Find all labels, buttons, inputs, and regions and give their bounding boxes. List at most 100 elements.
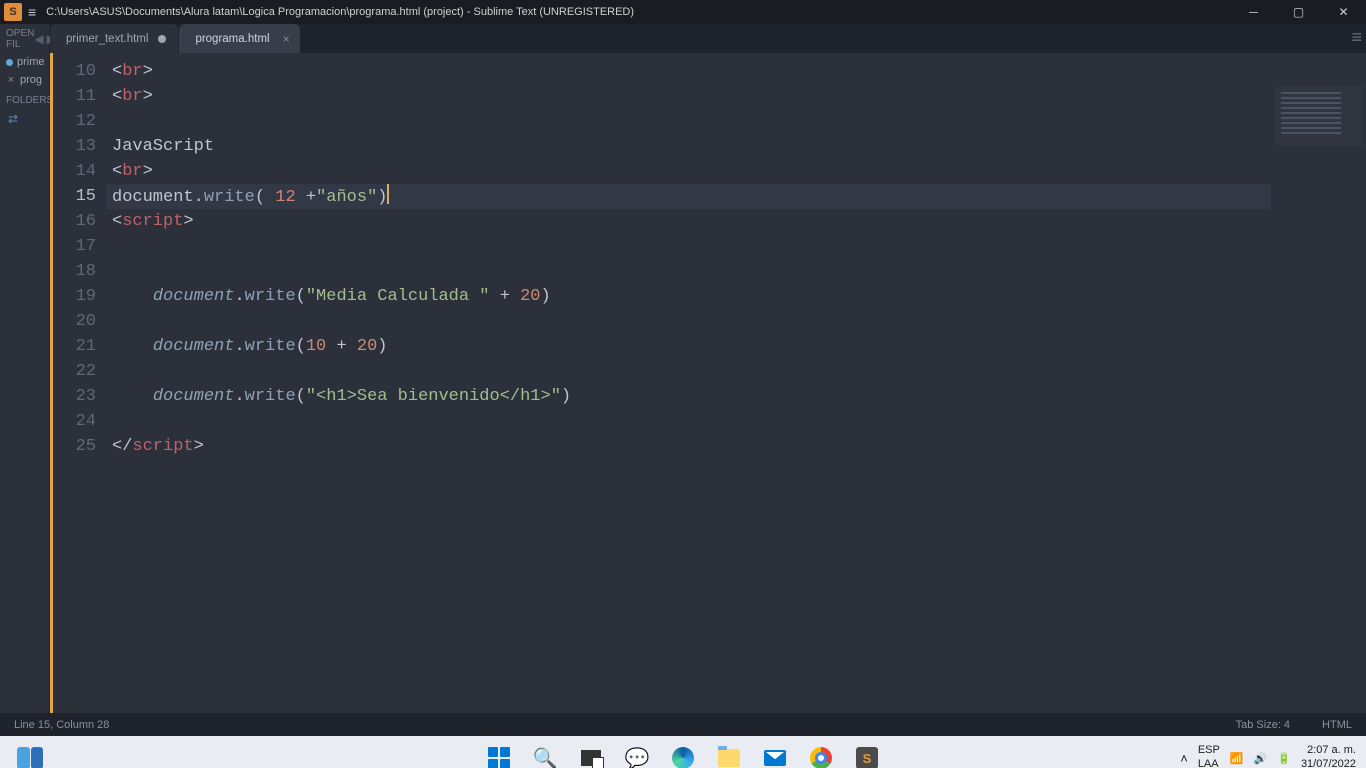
sidebar-file-label: prime — [17, 56, 45, 68]
code-line[interactable]: <br> — [106, 159, 1366, 184]
sidebar: OPEN FIL ◀▶ prime× prog FOLDERS ⇄ — [0, 24, 50, 713]
code-line[interactable]: JavaScript — [106, 134, 1366, 159]
code-line[interactable]: <br> — [106, 59, 1366, 84]
tab-label: primer_text.html — [66, 33, 148, 45]
status-cursor-position[interactable]: Line 15, Column 28 — [14, 719, 109, 731]
tabbar-menu-icon[interactable]: ≡ — [1351, 28, 1362, 46]
sidebar-open-files-header: OPEN FIL ◀▶ — [0, 24, 49, 53]
sidebar-file-label: prog — [20, 74, 42, 86]
line-number: 20 — [59, 309, 96, 334]
line-number: 17 — [59, 234, 96, 259]
line-number: 18 — [59, 259, 96, 284]
code-line[interactable] — [106, 109, 1366, 134]
clock-time: 2:07 a. m. — [1301, 744, 1356, 758]
wifi-icon[interactable]: 📶 — [1230, 752, 1244, 765]
line-number: 21 — [59, 334, 96, 359]
dirty-dot-icon — [158, 35, 166, 43]
editor: primer_text.htmlprograma.html× ≡ 1011121… — [50, 24, 1366, 713]
start-button[interactable] — [479, 738, 519, 768]
dirty-dot-icon — [6, 59, 13, 66]
code-line[interactable]: document.write( 12 +"años") — [106, 184, 1366, 209]
code-line[interactable]: document.write(10 + 20) — [106, 334, 1366, 359]
status-tab-size[interactable]: Tab Size: 4 — [1236, 719, 1290, 731]
battery-icon[interactable]: 🔋 — [1277, 752, 1291, 765]
line-number: 11 — [59, 84, 96, 109]
lang-line2: LAA — [1198, 758, 1220, 768]
windows-logo-icon — [488, 747, 510, 768]
window-titlebar: S ≡ C:\Users\ASUS\Documents\Alura latam\… — [0, 0, 1366, 24]
mail-icon — [763, 746, 787, 768]
code-line[interactable]: document.write("<h1>Sea bienvenido</h1>"… — [106, 384, 1366, 409]
search-icon: 🔍 — [533, 746, 557, 768]
line-number: 13 — [59, 134, 96, 159]
clock[interactable]: 2:07 a. m. 31/07/2022 — [1301, 744, 1356, 768]
edge-button[interactable] — [663, 738, 703, 768]
sidebar-folders-header: FOLDERS — [0, 89, 49, 108]
code-text[interactable]: <br><br> JavaScript<br>document.write( 1… — [106, 53, 1366, 713]
task-view-button[interactable] — [571, 738, 611, 768]
search-button[interactable]: 🔍 — [525, 738, 565, 768]
hamburger-menu-icon[interactable]: ≡ — [28, 4, 36, 20]
language-indicator[interactable]: ESP LAA — [1198, 744, 1220, 768]
minimap[interactable] — [1271, 82, 1366, 713]
widgets-button[interactable] — [10, 738, 50, 768]
status-file-type[interactable]: HTML — [1322, 719, 1352, 731]
chat-icon: 💬 — [625, 746, 649, 768]
close-icon: × — [6, 74, 16, 86]
line-number: 15 — [59, 184, 96, 209]
code-line[interactable]: document.write("Media Calculada " + 20) — [106, 284, 1366, 309]
edge-icon — [671, 746, 695, 768]
sidebar-open-file[interactable]: prime — [0, 53, 49, 71]
line-number: 10 — [59, 59, 96, 84]
line-number: 25 — [59, 434, 96, 459]
editor-tab[interactable]: primer_text.html — [50, 24, 178, 53]
line-number: 19 — [59, 284, 96, 309]
lang-line1: ESP — [1198, 744, 1220, 758]
code-line[interactable]: </script> — [106, 434, 1366, 459]
code-line[interactable] — [106, 234, 1366, 259]
volume-icon[interactable]: 🔊 — [1254, 752, 1268, 765]
widgets-icon — [17, 747, 43, 768]
line-number: 22 — [59, 359, 96, 384]
tab-bar: primer_text.html programa.html × ≡ — [50, 24, 1366, 53]
text-cursor — [387, 184, 389, 204]
status-bar: Line 15, Column 28 Tab Size: 4 HTML — [0, 713, 1366, 736]
main-area: OPEN FIL ◀▶ prime×prog FOLDERS ⇄ primer_… — [0, 24, 1366, 713]
chrome-icon — [809, 746, 833, 768]
code-line[interactable] — [106, 359, 1366, 384]
line-number: 12 — [59, 109, 96, 134]
sidebar-nav-left-icon[interactable]: ◀ — [34, 32, 43, 46]
chat-button[interactable]: 💬 — [617, 738, 657, 768]
code-line[interactable] — [106, 309, 1366, 334]
line-number: 23 — [59, 384, 96, 409]
line-number: 16 — [59, 209, 96, 234]
task-view-icon — [579, 746, 603, 768]
clock-date: 31/07/2022 — [1301, 758, 1356, 768]
sublime-button[interactable]: S — [847, 738, 887, 768]
editor-tab[interactable]: programa.html × — [179, 24, 299, 53]
windows-taskbar: 🔍 💬 S ˄ ESP LAA 📶 🔊 🔋 2:07 a. m. 31/07/2… — [0, 736, 1366, 768]
sidebar-header-label: OPEN FIL — [6, 28, 34, 50]
mail-button[interactable] — [755, 738, 795, 768]
line-number-gutter: 10111213141516171819202122232425 — [50, 53, 106, 713]
code-line[interactable] — [106, 259, 1366, 284]
window-title: C:\Users\ASUS\Documents\Alura latam\Logi… — [46, 6, 1231, 18]
tray-chevron-icon[interactable]: ˄ — [1180, 751, 1188, 766]
close-icon[interactable]: × — [283, 32, 290, 46]
sidebar-open-file[interactable]: × prog — [0, 71, 49, 89]
minimize-button[interactable]: ─ — [1231, 0, 1276, 24]
code-line[interactable]: <script> — [106, 209, 1366, 234]
app-icon: S — [4, 3, 22, 21]
code-line[interactable] — [106, 409, 1366, 434]
chrome-button[interactable] — [801, 738, 841, 768]
code-area[interactable]: 10111213141516171819202122232425 <br><br… — [50, 53, 1366, 713]
tab-label: programa.html — [195, 33, 269, 45]
close-button[interactable]: ✕ — [1321, 0, 1366, 24]
folder-tree-icon[interactable]: ⇄ — [0, 108, 49, 130]
line-number: 24 — [59, 409, 96, 434]
maximize-button[interactable]: ▢ — [1276, 0, 1321, 24]
line-number: 14 — [59, 159, 96, 184]
code-line[interactable]: <br> — [106, 84, 1366, 109]
file-explorer-button[interactable] — [709, 738, 749, 768]
folder-icon — [717, 746, 741, 768]
